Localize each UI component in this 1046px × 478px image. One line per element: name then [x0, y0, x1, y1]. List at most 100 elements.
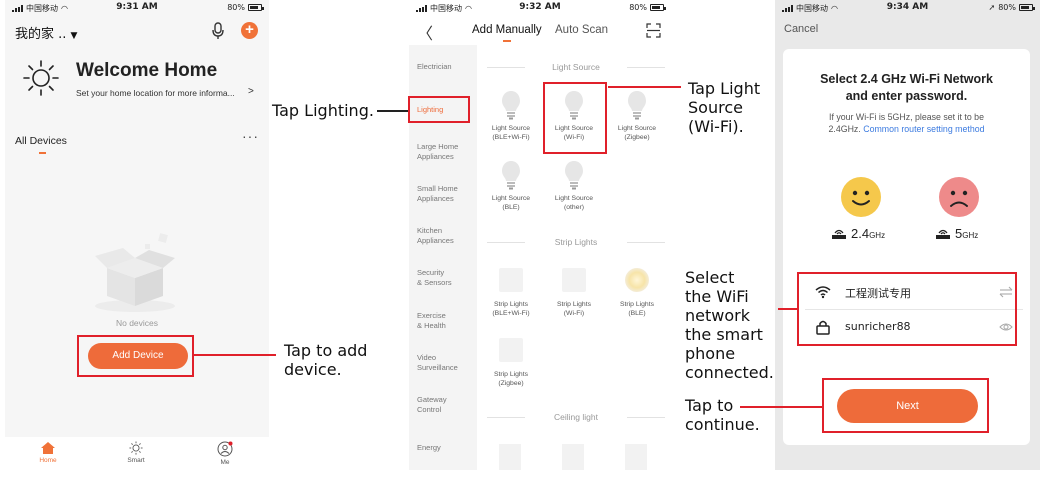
device-label: Light Source: [617, 125, 657, 132]
device-label: Light Source: [491, 195, 531, 202]
device-label: Strip Lights: [493, 371, 528, 378]
next-highlight-box: [822, 378, 989, 433]
annotation-line: Tap to: [685, 396, 734, 415]
router-setting-link[interactable]: Common router setting method: [863, 124, 984, 134]
category-label: Video: [417, 353, 437, 362]
category-kitchen-appliances[interactable]: Kitchen Appliances: [417, 226, 475, 246]
tab-smart[interactable]: Smart: [111, 441, 161, 464]
device-strip-lights-ble-wifi[interactable]: Strip Lights (BLE+Wi-Fi): [479, 268, 543, 318]
band-24-unit: GHz: [869, 231, 886, 240]
wifi-field-highlight-box: [797, 272, 1017, 346]
category-video-surveillance[interactable]: Video Surveillance: [417, 353, 475, 373]
home-screen: 中国移动 ◠ 9:31 AM 80% 我的家 .. ▼ + Welcome Hom…: [5, 0, 269, 470]
device-strip-lights-wifi[interactable]: Strip Lights (Wi-Fi): [542, 268, 606, 318]
ceiling-light-thumbnail[interactable]: [562, 444, 584, 470]
location-prompt[interactable]: Set your home location for more informa.…: [76, 88, 235, 98]
lighting-highlight-box: [408, 96, 470, 123]
chevron-right-icon[interactable]: >: [248, 86, 254, 97]
router-icon: [936, 229, 950, 239]
annotation-line: network: [685, 306, 750, 325]
all-devices-tab[interactable]: All Devices: [15, 135, 67, 147]
annotation-line: Source: [688, 98, 743, 117]
category-small-home-appliances[interactable]: Small Home Appliances: [417, 184, 475, 204]
device-strip-lights-zigbee[interactable]: Strip Lights (Zigbee): [479, 338, 543, 388]
category-electrician[interactable]: Electrician: [417, 62, 475, 72]
sun-icon: [129, 441, 143, 455]
tab-underline: [39, 152, 46, 154]
user-icon: [217, 441, 233, 457]
annotation-line: Tap to add: [284, 341, 368, 360]
bulb-icon: [502, 91, 520, 120]
battery-icon: [248, 4, 264, 11]
category-energy[interactable]: Energy: [417, 443, 475, 453]
bulb-icon: [628, 91, 646, 120]
annotation-line: continue.: [685, 415, 760, 434]
weather-sun-icon: [23, 60, 59, 96]
happy-face-icon: [841, 177, 881, 217]
annotation-line: connected.: [685, 363, 774, 382]
strip-light-glow-thumbnail: [625, 268, 649, 292]
annotation-line: Select: [685, 268, 735, 287]
device-label: Strip Lights: [493, 301, 528, 308]
wifi-title-line: Select 2.4 GHz Wi-Fi Network: [820, 72, 993, 86]
status-bar: 中国移动 ◠ 9:34 AM ➚ 80%: [775, 0, 1040, 16]
device-light-source-zigbee[interactable]: Light Source (Zigbee): [605, 90, 669, 142]
device-light-source-other[interactable]: Light Source (other): [542, 160, 606, 212]
back-chevron-icon[interactable]: 〈: [417, 20, 433, 44]
tab-home-label: Home: [39, 457, 57, 464]
device-label: (BLE): [628, 310, 646, 317]
category-label: Control: [417, 405, 442, 414]
tap-lighting-label: Tap Lighting.: [272, 101, 374, 120]
bulb-icon: [565, 161, 583, 190]
tab-underline: [503, 40, 511, 42]
wifi-note-prefix: 2.4GHz.: [828, 124, 861, 134]
device-light-source-ble[interactable]: Light Source (BLE): [479, 160, 543, 212]
category-label: Small Home: [417, 184, 458, 193]
microphone-icon[interactable]: [211, 22, 225, 40]
device-label: (Zigbee): [498, 380, 524, 387]
category-label: Appliances: [417, 152, 454, 161]
home-selector[interactable]: 我的家 .. ▼: [15, 23, 77, 42]
annotation-line: Tap Light: [688, 79, 761, 98]
section-header: Light Source: [487, 62, 665, 72]
category-security-sensors[interactable]: Security & Sensors: [417, 268, 475, 288]
status-bar: 中国移动 ◠ 9:31 AM 80%: [5, 0, 269, 16]
device-label: (BLE): [502, 204, 520, 211]
category-label: Gateway: [417, 395, 447, 404]
strip-light-thumbnail: [562, 268, 586, 292]
category-gateway-control[interactable]: Gateway Control: [417, 395, 475, 415]
annotation-line: device.: [284, 360, 342, 379]
tab-add-manually[interactable]: Add Manually: [472, 24, 542, 36]
tab-me[interactable]: Me: [200, 441, 250, 466]
wifi-note: If your Wi-Fi is 5GHz, please set it to …: [783, 111, 1030, 135]
category-exercise-health[interactable]: Exercise & Health: [417, 311, 475, 331]
tab-home[interactable]: Home: [23, 441, 73, 464]
ceiling-light-thumbnail[interactable]: [499, 444, 521, 470]
battery-icon: [1019, 4, 1035, 11]
category-large-home-appliances[interactable]: Large Home Appliances: [417, 142, 475, 162]
tap-continue-label: Tap to continue.: [685, 396, 760, 434]
device-light-source-ble-wifi[interactable]: Light Source (BLE+Wi-Fi): [479, 90, 543, 142]
cancel-button[interactable]: Cancel: [784, 23, 818, 35]
category-label: Energy: [417, 443, 441, 452]
tab-auto-scan[interactable]: Auto Scan: [555, 24, 608, 36]
ceiling-light-thumbnail[interactable]: [625, 444, 647, 470]
device-label: (Zigbee): [624, 134, 650, 141]
bulb-icon: [502, 161, 520, 190]
device-label: Light Source: [554, 195, 594, 202]
section-header: Ceiling light: [487, 412, 665, 422]
tutorial-canvas: 中国移动 ◠ 9:31 AM 80% 我的家 .. ▼ + Welcome Hom…: [0, 0, 1046, 478]
battery-percent: 80%: [998, 3, 1016, 12]
more-icon[interactable]: ···: [242, 128, 259, 144]
location-arrow-icon: ➚: [988, 3, 996, 12]
wifi-note-line: If your Wi-Fi is 5GHz, please set it to …: [829, 112, 984, 122]
device-label: Light Source: [491, 125, 531, 132]
battery-percent: 80%: [629, 3, 647, 12]
device-strip-lights-ble[interactable]: Strip Lights (BLE): [605, 268, 669, 318]
scan-icon[interactable]: [646, 23, 661, 38]
add-device-highlight-box: [77, 335, 194, 377]
tap-light-source-label: Tap Light Source (Wi-Fi).: [688, 79, 760, 136]
add-plus-button[interactable]: +: [241, 22, 258, 39]
bottom-tab-bar: Home Smart Me: [5, 437, 269, 470]
wifi-callout-line: [778, 308, 797, 310]
